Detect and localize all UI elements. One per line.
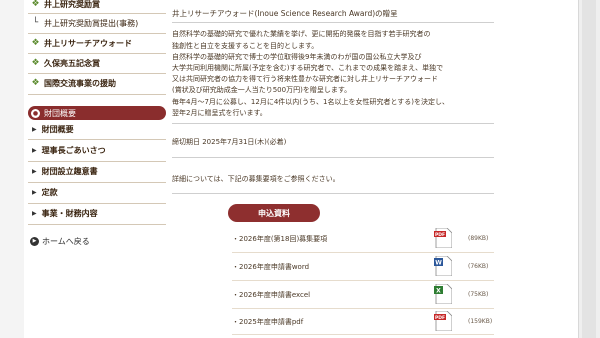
paragraph-line: 毎年4月〜7月に公募し、12月に4件以内(うち、1名以上を女性研究者とする)を決… — [172, 98, 449, 106]
play-icon: ▶ — [30, 237, 39, 246]
sidebar-item-label: 井上研究奨励賞提出(事務) — [44, 18, 139, 28]
divider — [172, 193, 494, 194]
paragraph-line: 自然科学の基礎的研究で優れた業績を挙げ、更に開拓的発展を目指す若手研究者の — [172, 30, 431, 38]
sidebar-item-submission[interactable]: └ 井上研究奨励賞提出(事務) — [28, 13, 166, 33]
sidebar-item-greeting[interactable]: ▶ 理事長ごあいさつ — [28, 142, 166, 159]
paragraph-line: 翌年2月に贈呈式を行います。 — [172, 109, 267, 117]
scrollbar-thumb[interactable] — [582, 0, 596, 338]
sidebar-item-label: 国際交流事業の援助 — [44, 78, 116, 88]
leaf-icon: ❖ — [31, 0, 40, 9]
triangle-right-icon: ▶ — [32, 210, 37, 217]
apply-materials-button[interactable]: 申込資料 — [228, 204, 320, 222]
sidebar-item-finance[interactable]: ▶ 事業・財務内容 — [28, 205, 166, 222]
sidebar-item-label: 久保亮五記念賞 — [44, 58, 100, 68]
triangle-right-icon: ▶ — [32, 168, 37, 175]
leaf-icon: ❖ — [31, 38, 40, 48]
file-link[interactable]: ・2026年度(第18回)募集要項 — [232, 234, 327, 244]
divider — [172, 123, 494, 124]
paragraph-line: 自然科学の基礎的研究で博士の学位取得後9年未満のわが国の国公私立大学及び — [172, 53, 422, 61]
sidebar-item-inoue-encouragement[interactable]: ❖ 井上研究奨励賞 — [28, 0, 166, 14]
file-link[interactable]: ・2026年度申請書excel — [232, 290, 310, 300]
file-row[interactable]: ・2026年度申請書excel X (75KB) — [232, 284, 494, 306]
scrollbar[interactable] — [578, 0, 600, 338]
file-size: (76KB) — [468, 263, 489, 270]
file-size: (159KB) — [468, 318, 493, 325]
leaf-icon: ❖ — [31, 78, 40, 88]
excel-file-icon[interactable]: X — [434, 284, 452, 304]
divider — [172, 22, 494, 23]
main-content: 井上リサーチアウォード(Inoue Science Research Award… — [172, 0, 494, 338]
svg-text:X: X — [436, 288, 441, 295]
corner-arrow-icon: └ — [32, 18, 39, 28]
file-link[interactable]: ・2025年度申請書pdf — [232, 317, 303, 327]
pdf-file-icon[interactable]: PDF — [434, 311, 452, 331]
sidebar: ❖ 井上研究奨励賞 └ 井上研究奨励賞提出(事務) ❖ 井上リサーチアウォード ❖ 久保… — [28, 0, 166, 338]
deadline-text: 締切期日 2025年7月31日(木)(必着) — [172, 138, 287, 146]
file-row[interactable]: ・2026年度申請書word W (76KB) — [232, 256, 494, 278]
sidebar-item-international[interactable]: ❖ 国際交流事業の援助 — [28, 73, 166, 93]
pdf-file-icon[interactable]: PDF — [434, 228, 452, 248]
triangle-right-icon: ▶ — [32, 189, 37, 196]
paragraph-line: 独創性と自立を支援することを目的とします。 — [172, 42, 319, 50]
divider — [172, 157, 494, 158]
content-heading: 井上リサーチアウォード(Inoue Science Research Award… — [172, 9, 398, 18]
sidebar-section-header: ● 財団概要 — [28, 106, 166, 120]
svg-text:PDF: PDF — [435, 232, 445, 238]
sidebar-item-label: 井上リサーチアウォード — [44, 38, 132, 48]
svg-text:W: W — [435, 260, 442, 267]
word-file-icon[interactable]: W — [434, 256, 452, 276]
sidebar-item-prospectus[interactable]: ▶ 財団設立趣意書 — [28, 163, 166, 180]
home-link[interactable]: ▶ ホームへ戻る — [28, 236, 90, 247]
file-size: (75KB) — [468, 291, 489, 298]
bullet-icon: ● — [31, 108, 40, 118]
sidebar-item-label: 井上研究奨励賞 — [44, 0, 100, 9]
paragraph-line: 又は共同研究者の協力を得て行う将来性豊かな研究者に対し井上リサーチアウォード — [172, 75, 438, 83]
file-link[interactable]: ・2026年度申請書word — [232, 262, 309, 272]
sidebar-item-articles[interactable]: ▶ 定款 — [28, 184, 166, 201]
sidebar-item-kubo-prize[interactable]: ❖ 久保亮五記念賞 — [28, 53, 166, 73]
triangle-right-icon: ▶ — [32, 147, 37, 154]
paragraph-line: (賞状及び研究助成金一人当たり500万円)を贈呈します。 — [172, 86, 352, 94]
file-row[interactable]: ・2025年度申請書pdf PDF (159KB) — [232, 311, 494, 333]
sidebar-item-overview[interactable]: ▶ 財団概要 — [28, 121, 166, 138]
sidebar-item-research-award[interactable]: ❖ 井上リサーチアウォード — [28, 33, 166, 53]
svg-text:PDF: PDF — [435, 315, 445, 321]
leaf-icon: ❖ — [31, 58, 40, 68]
file-size: (89KB) — [468, 235, 489, 242]
details-text: 詳細については、下記の募集要項をご参照ください。 — [172, 175, 340, 183]
file-row[interactable]: ・2026年度(第18回)募集要項 PDF (89KB) — [232, 228, 494, 250]
triangle-right-icon: ▶ — [32, 126, 37, 133]
paragraph-line: 大学共同利用機関に所属(予定を含む)する研究者で、これまでの成果を踏まえ、単独で — [172, 64, 444, 72]
